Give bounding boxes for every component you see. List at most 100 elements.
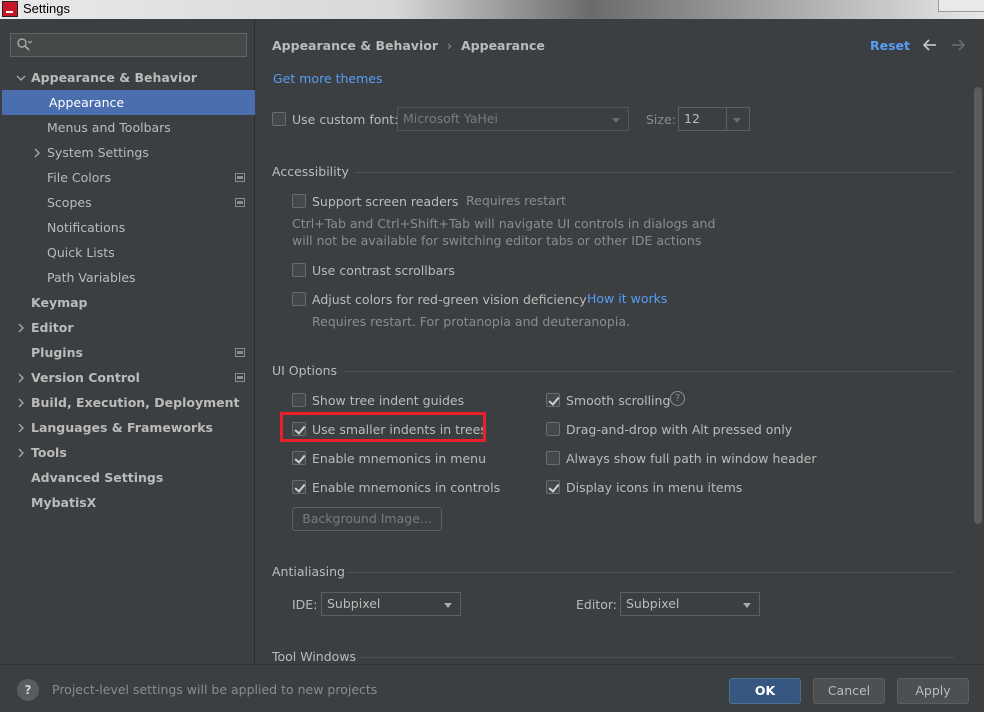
ui-options-section-title: UI Options [272, 363, 338, 378]
window-controls[interactable] [938, 0, 984, 12]
section-divider [344, 371, 954, 372]
window-title: Settings [23, 1, 70, 16]
chevron-right-icon[interactable] [15, 440, 27, 465]
sidebar-item-label: Notifications [47, 220, 126, 235]
settings-search-input[interactable] [10, 33, 247, 57]
sidebar-item-tools[interactable]: Tools [0, 440, 255, 465]
show-tree-indent-guides-label: Show tree indent guides [312, 393, 465, 408]
sidebar-item-label: Languages & Frameworks [31, 420, 213, 435]
sidebar-item-build-execution-deployment[interactable]: Build, Execution, Deployment [0, 390, 255, 415]
use-custom-font-checkbox[interactable] [272, 112, 286, 126]
mnemonics-menu-checkbox[interactable] [292, 451, 306, 465]
font-size-value: 12 [684, 111, 700, 126]
chevron-down-icon[interactable] [15, 65, 27, 90]
arrow-left-icon[interactable] [922, 38, 938, 52]
sidebar-item-plugins[interactable]: Plugins [0, 340, 255, 365]
sidebar-item-notifications[interactable]: Notifications [0, 215, 255, 240]
how-it-works-link[interactable]: How it works [587, 291, 667, 306]
breadcrumb-parent[interactable]: Appearance & Behavior [272, 38, 438, 53]
sidebar-item-label: Path Variables [47, 270, 136, 285]
sidebar-item-mybatisx[interactable]: MybatisX [0, 490, 255, 515]
smooth-scrolling-label: Smooth scrolling [566, 393, 671, 408]
chevron-right-icon[interactable] [15, 365, 27, 390]
full-path-header-label: Always show full path in window header [566, 451, 817, 466]
red-green-vision-checkbox[interactable] [292, 292, 306, 306]
sidebar-item-file-colors[interactable]: File Colors [0, 165, 255, 190]
menu-icons-checkbox[interactable] [546, 480, 560, 494]
chevron-right-icon[interactable] [15, 315, 27, 340]
help-icon[interactable]: ? [17, 679, 39, 701]
sidebar-item-version-control[interactable]: Version Control [0, 365, 255, 390]
support-screen-readers-checkbox[interactable] [292, 194, 306, 208]
sidebar-item-editor[interactable]: Editor [0, 315, 255, 340]
screen-readers-description-line1: Ctrl+Tab and Ctrl+Shift+Tab will navigat… [292, 216, 716, 231]
sidebar-item-system-settings[interactable]: System Settings [0, 140, 255, 165]
sidebar-item-scopes[interactable]: Scopes [0, 190, 255, 215]
search-icon [17, 38, 32, 51]
editor-antialiasing-label: Editor: [576, 597, 617, 612]
apply-button[interactable]: Apply [897, 678, 969, 704]
sidebar-item-label: Menus and Toolbars [47, 120, 171, 135]
red-green-vision-label: Adjust colors for red-green vision defic… [312, 292, 587, 307]
red-green-restart-note: Requires restart. For protanopia and deu… [312, 314, 630, 329]
arrow-right-icon[interactable] [950, 38, 966, 52]
contrast-scrollbars-checkbox[interactable] [292, 263, 306, 277]
show-tree-indent-guides-checkbox[interactable] [292, 393, 306, 407]
editor-antialiasing-select[interactable]: Subpixel [620, 592, 760, 616]
chevron-right-icon[interactable] [15, 415, 27, 440]
requires-restart-note: Requires restart [466, 193, 566, 208]
settings-sidebar: Appearance & Behavior Appearance Menus and… [0, 19, 255, 664]
background-image-button[interactable]: Background Image... [292, 507, 442, 531]
mnemonics-controls-label: Enable mnemonics in controls [312, 480, 501, 495]
section-divider [354, 172, 954, 173]
red-highlight-annotation [280, 412, 486, 442]
mnemonics-controls-checkbox[interactable] [292, 480, 306, 494]
vertical-scrollbar[interactable] [974, 87, 982, 524]
sidebar-item-appearance-behavior[interactable]: Appearance & Behavior [0, 65, 255, 90]
project-level-icon [235, 348, 245, 357]
font-size-label: Size: [646, 112, 676, 127]
chevron-right-icon[interactable] [15, 390, 27, 415]
sidebar-item-label: Tools [31, 445, 67, 460]
reset-link[interactable]: Reset [870, 38, 910, 53]
support-screen-readers-label: Support screen readers [312, 194, 459, 209]
sidebar-item-advanced-settings[interactable]: Advanced Settings [0, 465, 255, 490]
sidebar-item-menus-and-toolbars[interactable]: Menus and Toolbars [0, 115, 255, 140]
appearance-settings-panel: Appearance & Behavior › Appearance Reset G… [256, 19, 984, 664]
use-custom-font-label: Use custom font: [292, 112, 399, 127]
contrast-scrollbars-label: Use contrast scrollbars [312, 263, 455, 278]
sidebar-item-path-variables[interactable]: Path Variables [0, 265, 255, 290]
font-family-select[interactable]: Microsoft YaHei [397, 107, 629, 131]
sidebar-item-languages-frameworks[interactable]: Languages & Frameworks [0, 415, 255, 440]
get-more-themes-link[interactable]: Get more themes [273, 71, 383, 86]
mnemonics-menu-label: Enable mnemonics in menu [312, 451, 486, 466]
editor-antialiasing-value: Subpixel [626, 596, 680, 611]
chevron-down-icon [733, 118, 741, 123]
sidebar-item-label: Editor [31, 320, 74, 335]
sidebar-item-label: Appearance [49, 95, 125, 110]
sidebar-item-keymap[interactable]: Keymap [0, 290, 255, 315]
cancel-button[interactable]: Cancel [813, 678, 885, 704]
section-divider [360, 657, 954, 658]
sidebar-item-appearance[interactable]: Appearance [2, 90, 255, 115]
drag-drop-alt-label: Drag-and-drop with Alt pressed only [566, 422, 793, 437]
chevron-right-icon[interactable] [31, 140, 43, 165]
ide-antialiasing-select[interactable]: Subpixel [321, 592, 461, 616]
drag-drop-alt-checkbox[interactable] [546, 422, 560, 436]
smooth-scrolling-checkbox[interactable] [546, 393, 560, 407]
breadcrumb-separator-icon: › [447, 38, 452, 53]
chevron-down-icon [612, 118, 620, 123]
full-path-header-checkbox[interactable] [546, 451, 560, 465]
project-level-icon [235, 198, 245, 207]
section-divider [346, 572, 954, 573]
sidebar-item-label: Version Control [31, 370, 140, 385]
sidebar-item-quick-lists[interactable]: Quick Lists [0, 240, 255, 265]
chevron-down-icon [444, 603, 452, 608]
font-size-select[interactable]: 12 [678, 107, 750, 131]
project-level-note: Project-level settings will be applied t… [52, 682, 378, 697]
ok-button[interactable]: OK [729, 678, 801, 704]
help-icon[interactable]: ? [670, 391, 685, 406]
tool-windows-section-title: Tool Windows [272, 649, 357, 664]
ide-antialiasing-value: Subpixel [327, 596, 381, 611]
sidebar-item-label: Build, Execution, Deployment [31, 395, 240, 410]
